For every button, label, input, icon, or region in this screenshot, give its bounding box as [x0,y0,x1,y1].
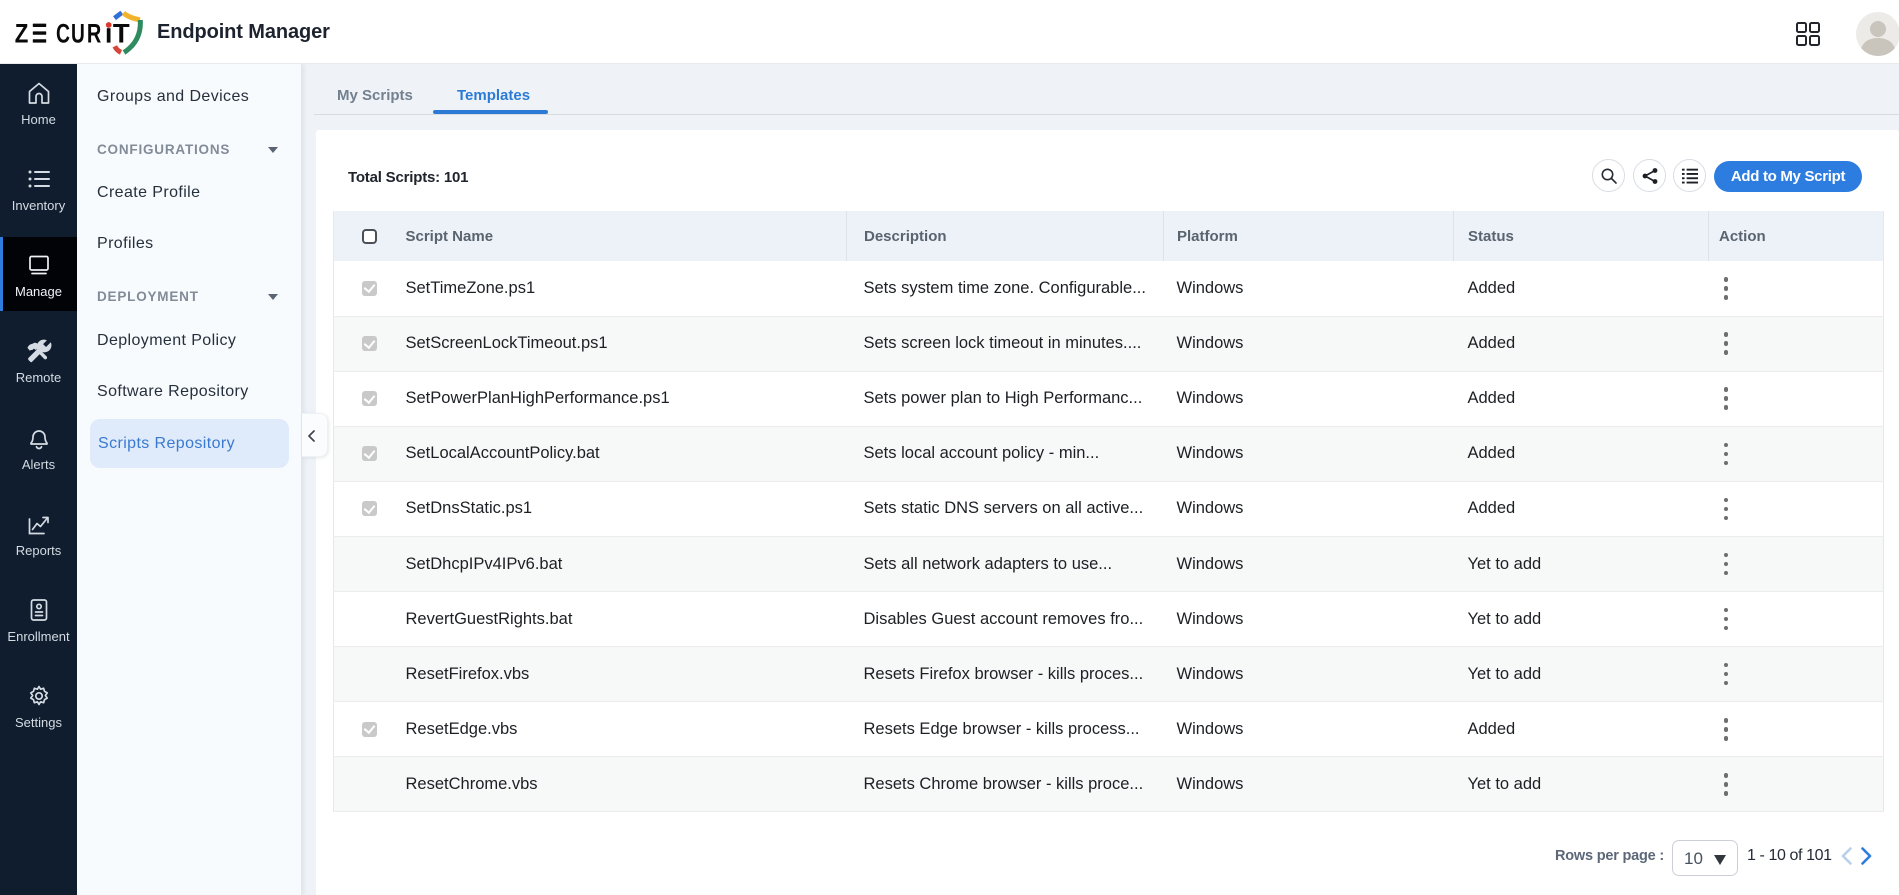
svg-text:U: U [71,19,85,49]
svg-text:R: R [87,19,101,49]
svg-text:Z: Z [15,19,29,49]
svg-text:C: C [56,19,70,49]
svg-text:T: T [113,19,130,49]
